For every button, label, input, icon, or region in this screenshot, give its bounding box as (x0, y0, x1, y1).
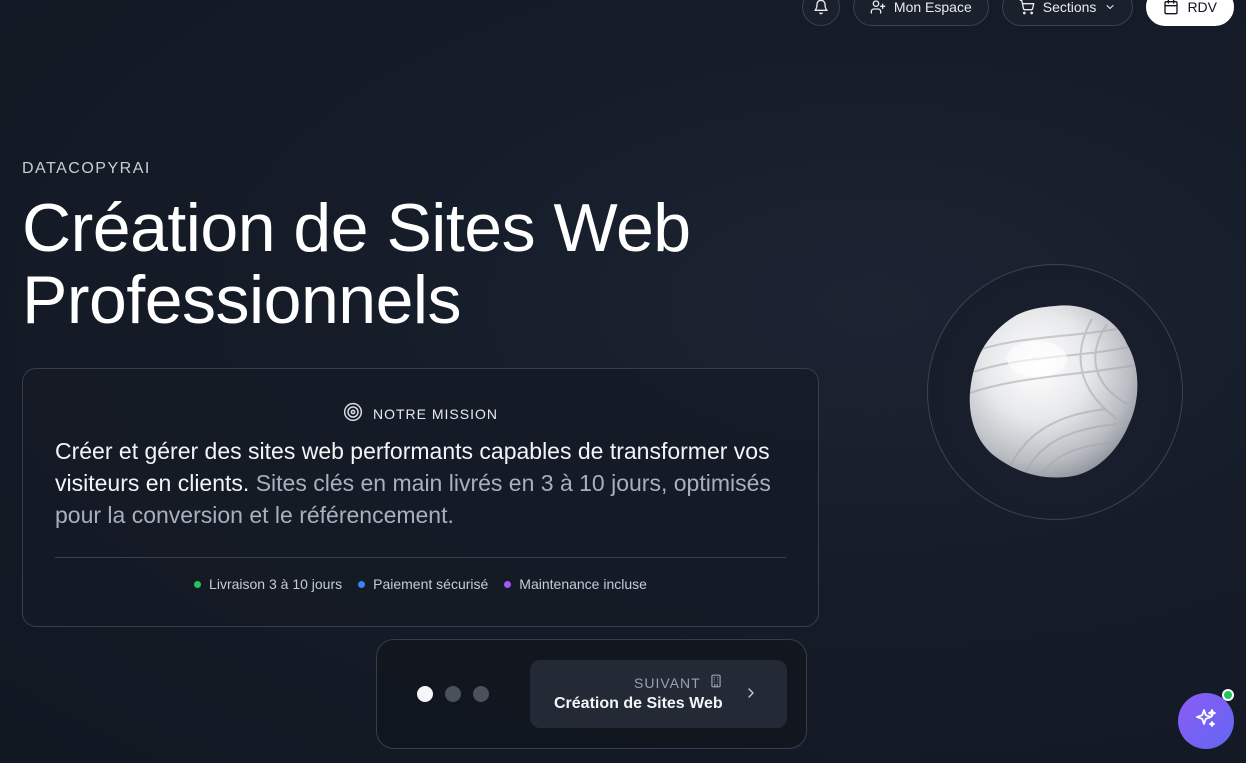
rdv-button[interactable]: RDV (1146, 0, 1234, 26)
pager-dot-2[interactable] (445, 686, 461, 702)
section-pager: SUIVANT Création de Sites Web (376, 639, 807, 749)
building-icon (709, 674, 723, 691)
next-section-title: Création de Sites Web (554, 695, 723, 712)
pager-dots (417, 686, 489, 702)
ai-status-indicator (1222, 689, 1234, 701)
abstract-sphere-image (969, 305, 1138, 478)
page-title-line-2: Professionnels (22, 262, 462, 338)
sparkles-icon (1194, 707, 1218, 736)
feature-item: Maintenance incluse (504, 576, 647, 592)
feature-label: Maintenance incluse (519, 576, 647, 592)
account-label: Mon Espace (893, 0, 972, 15)
sections-dropdown[interactable]: Sections (1001, 0, 1134, 26)
mission-heading-label: NOTRE MISSION (372, 405, 498, 422)
feature-label: Paiement sécurisé (373, 576, 489, 592)
account-button[interactable]: Mon Espace (852, 0, 989, 26)
chevron-down-icon (1104, 1, 1116, 13)
mission-description: Créer et gérer des sites web performants… (55, 435, 795, 531)
feature-item: Paiement sécurisé (358, 576, 488, 592)
feature-label: Livraison 3 à 10 jours (209, 576, 343, 592)
user-plus-icon (870, 0, 886, 15)
feature-dot (504, 580, 512, 588)
ai-assistant-button[interactable] (1178, 693, 1234, 749)
feature-item: Livraison 3 à 10 jours (194, 576, 342, 592)
pager-dot-3[interactable] (473, 686, 489, 702)
rdv-label: RDV (1187, 0, 1217, 15)
feature-dot (358, 580, 366, 588)
mission-heading: NOTRE MISSION (23, 402, 818, 425)
calendar-icon (1163, 0, 1179, 15)
notifications-button[interactable] (801, 0, 840, 26)
mission-divider (55, 557, 786, 558)
page-title: Création de Sites Web Professionnels (22, 192, 691, 336)
chevron-right-icon (743, 685, 759, 706)
shopping-cart-icon (1019, 0, 1035, 15)
next-section-button[interactable]: SUIVANT Création de Sites Web (530, 660, 787, 728)
next-kicker-label: SUIVANT (634, 674, 701, 691)
page-title-line-1: Création de Sites Web (22, 190, 691, 266)
next-kicker: SUIVANT (634, 674, 723, 691)
pager-dot-1[interactable] (417, 686, 433, 702)
sections-label: Sections (1042, 0, 1097, 15)
brand-eyebrow: DATACOPYRAI (22, 160, 151, 177)
mission-features: Livraison 3 à 10 jours Paiement sécurisé… (23, 576, 818, 592)
sphere-illustration-frame (927, 264, 1183, 520)
target-icon (343, 402, 363, 425)
mission-card: NOTRE MISSION Créer et gérer des sites w… (22, 368, 819, 627)
bell-icon (813, 0, 829, 15)
feature-dot (194, 580, 202, 588)
top-navigation: Mon Espace Sections RDV (801, 0, 1234, 26)
